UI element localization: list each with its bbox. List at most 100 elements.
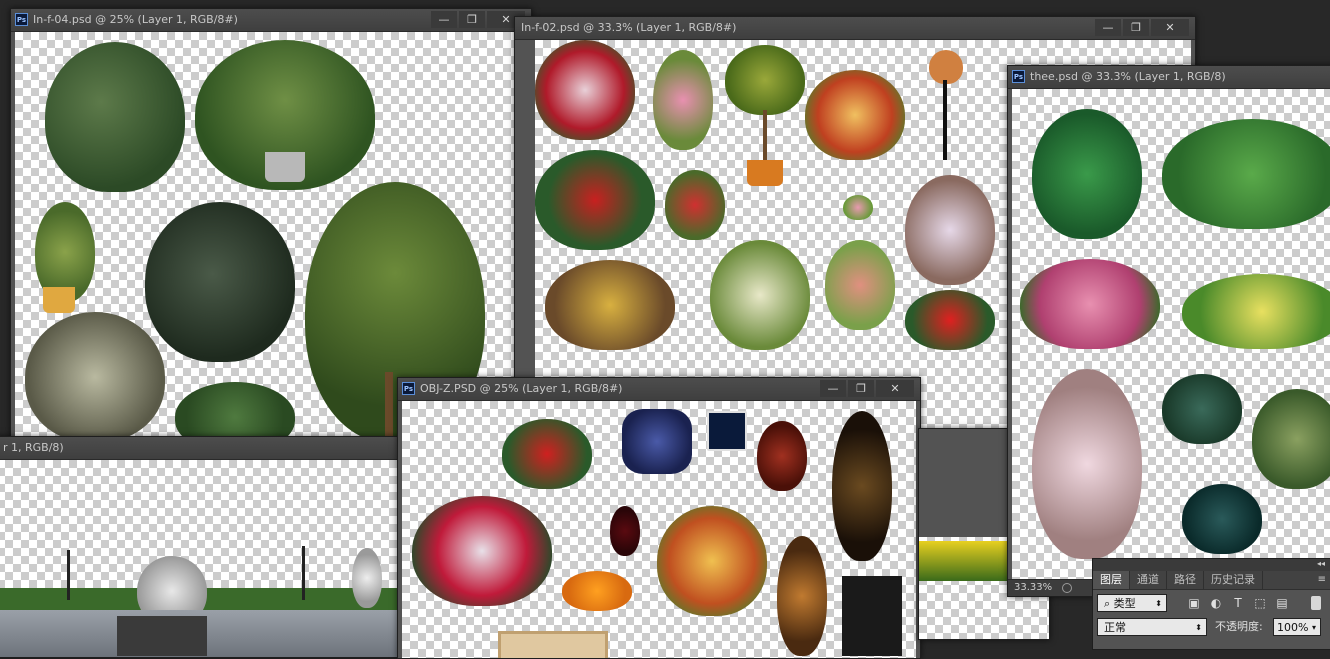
blend-mode-value: 正常 <box>1104 621 1126 634</box>
document-canvas[interactable] <box>0 460 405 657</box>
blend-mode-select[interactable]: 正常 ⬍ <box>1097 618 1207 636</box>
window-title: thee.psd @ 33.3% (Layer 1, RGB/8) <box>1030 70 1226 83</box>
image-filter-icon[interactable]: ▣ <box>1187 596 1201 610</box>
tab-channels[interactable]: 通道 <box>1130 571 1167 589</box>
window-titlebar[interactable]: Ps OBJ-Z.PSD @ 25% (Layer 1, RGB/8#) — ❐… <box>398 378 920 401</box>
opacity-label: 不透明度: <box>1215 620 1263 633</box>
yucca-image <box>1182 484 1262 554</box>
panel-tabs: 图层 通道 路径 历史记录 ≡ <box>1093 571 1330 590</box>
tab-layers[interactable]: 图层 <box>1093 571 1130 589</box>
variegated-plant-image <box>25 312 165 437</box>
chevron-down-icon: ⬍ <box>1195 623 1202 632</box>
brandy-bottle-image <box>757 421 807 491</box>
mixed-flowers-image <box>805 70 905 160</box>
tab-paths[interactable]: 路径 <box>1167 571 1204 589</box>
document-canvas[interactable] <box>402 401 916 658</box>
window-title: OBJ-Z.PSD @ 25% (Layer 1, RGB/8#) <box>420 382 623 395</box>
small-pot-image <box>843 195 873 220</box>
window-titlebar[interactable]: In-f-02.psd @ 33.3% (Layer 1, RGB/8#) — … <box>515 17 1195 40</box>
gladiolus-image <box>653 50 713 150</box>
pedestal-image <box>117 616 207 656</box>
photoshop-doc-icon: Ps <box>15 13 28 26</box>
type-filter-icon[interactable]: T <box>1231 596 1245 610</box>
trunk-image <box>385 372 393 437</box>
search-icon: ⌕ <box>1104 597 1114 610</box>
close-button[interactable]: ✕ <box>1151 19 1189 36</box>
smart-object-filter-icon[interactable]: ▤ <box>1275 596 1289 610</box>
statue-right-image <box>352 548 382 608</box>
dark-ivy-image <box>145 202 295 362</box>
ivy-plant-image <box>45 42 185 192</box>
blend-row: 正常 ⬍ 不透明度: 100% ▾ <box>1093 616 1330 642</box>
column-base-image <box>842 576 902 656</box>
restore-button[interactable]: ❐ <box>1123 19 1149 36</box>
tree-group-image <box>1162 119 1330 229</box>
chevron-down-icon: ▾ <box>1311 623 1316 632</box>
topiary-trunk-image <box>763 110 767 160</box>
restore-button[interactable]: ❐ <box>459 11 485 28</box>
minimize-button[interactable]: — <box>431 11 457 28</box>
minimize-button[interactable]: — <box>820 380 846 397</box>
chevron-down-icon: ⬍ <box>1155 599 1162 608</box>
window-titlebar[interactable]: r 1, RGB/8) <box>0 437 405 460</box>
orange-fruit-image <box>562 571 632 611</box>
blossom-tree-image <box>1032 369 1142 559</box>
shrub-image <box>175 382 295 437</box>
table-lamp-image <box>929 50 963 84</box>
opacity-value: 100% <box>1277 621 1309 634</box>
bonsai-tree-image <box>1032 109 1142 239</box>
pink-shrub-image <box>1020 259 1160 349</box>
info-icon[interactable] <box>1062 583 1072 593</box>
filter-toggle-icon[interactable] <box>1311 596 1321 610</box>
layers-panel: ◂◂ 图层 通道 路径 历史记录 ≡ ⌕ 类型 ⬍ ▣ ◐ T ⬚ ▤ 正常 ⬍… <box>1092 558 1330 650</box>
photoshop-doc-icon: Ps <box>1012 70 1025 83</box>
bronze-statue-image <box>832 411 892 561</box>
painting-image <box>498 631 608 658</box>
opacity-input[interactable]: 100% ▾ <box>1273 618 1321 636</box>
flower-vase-image <box>657 506 767 616</box>
large-bouquet-image <box>412 496 552 606</box>
palm-image <box>1252 389 1330 489</box>
lamp-post-image <box>67 550 70 600</box>
blue-jars-image <box>622 409 692 474</box>
filter-kind-value: 类型 <box>1113 597 1136 610</box>
rose-bush-image <box>535 150 655 250</box>
tab-history[interactable]: 历史记录 <box>1204 571 1263 589</box>
yellow-flower-bed-image <box>1182 274 1330 349</box>
adjustment-filter-icon[interactable]: ◐ <box>1209 596 1223 610</box>
rose-centerpiece-image <box>502 419 592 489</box>
red-rose-cluster-image <box>905 290 995 350</box>
filter-row: ⌕ 类型 ⬍ ▣ ◐ T ⬚ ▤ <box>1093 590 1330 616</box>
yellow-tulip-bed-image <box>919 541 1009 581</box>
yellow-pot-image <box>43 287 75 313</box>
white-flowers-vase-image <box>905 175 995 285</box>
panel-menu-icon[interactable]: ≡ <box>1313 571 1330 589</box>
flower-bouquet-image <box>535 40 635 140</box>
accessibility-sign-image <box>707 411 747 451</box>
wine-glass-image <box>610 506 640 556</box>
photoshop-doc-icon: Ps <box>402 382 415 395</box>
document-window-thee[interactable]: Ps thee.psd @ 33.3% (Layer 1, RGB/8) 33.… <box>1007 65 1330 597</box>
red-flowers-image <box>665 170 725 240</box>
document-window-partial[interactable]: r 1, RGB/8) <box>0 436 406 658</box>
window-title: r 1, RGB/8) <box>3 441 64 454</box>
minimize-button[interactable]: — <box>1095 19 1121 36</box>
filter-kind-select[interactable]: ⌕ 类型 ⬍ <box>1097 594 1167 612</box>
zoom-level[interactable]: 33.33% <box>1014 580 1052 596</box>
wildflowers-image <box>545 260 675 350</box>
agave-image <box>1162 374 1242 444</box>
side-table-image <box>943 80 947 160</box>
restore-button[interactable]: ❐ <box>848 380 874 397</box>
lamp-post-image <box>302 546 305 600</box>
window-titlebar[interactable]: Ps thee.psd @ 33.3% (Layer 1, RGB/8) <box>1008 66 1330 89</box>
document-canvas[interactable] <box>1012 89 1330 579</box>
document-window-obj-z[interactable]: Ps OBJ-Z.PSD @ 25% (Layer 1, RGB/8#) — ❐… <box>397 377 921 659</box>
topiary-tree-image <box>725 45 805 115</box>
orange-pot-image <box>747 160 783 186</box>
close-button[interactable]: ✕ <box>876 380 914 397</box>
shape-filter-icon[interactable]: ⬚ <box>1253 596 1267 610</box>
panel-header-strip[interactable]: ◂◂ <box>1093 559 1330 571</box>
bronze-figure-image <box>777 536 827 656</box>
collapse-icon[interactable]: ◂◂ <box>1317 559 1325 568</box>
window-titlebar[interactable]: Ps In-f-04.psd @ 25% (Layer 1, RGB/8#) —… <box>11 9 531 32</box>
